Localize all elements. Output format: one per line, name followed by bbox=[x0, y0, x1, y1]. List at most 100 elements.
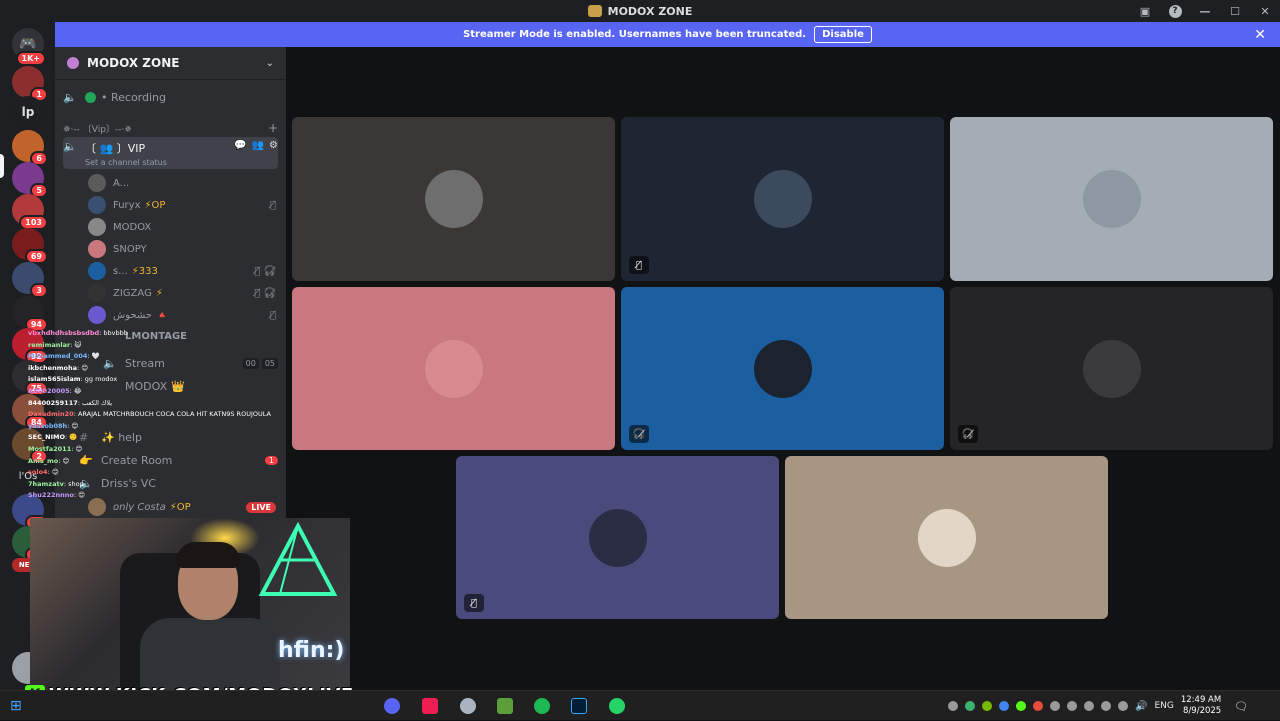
photoshop-taskbar-icon[interactable] bbox=[571, 698, 587, 714]
add-channel-icon[interactable]: + bbox=[268, 121, 278, 135]
chat-icon[interactable]: 💬 bbox=[234, 140, 246, 151]
server-icon-editors[interactable]: 94 bbox=[12, 296, 48, 332]
voice-member[interactable]: Furyx ⚡OP 🎙̸ bbox=[88, 195, 276, 215]
close-banner-icon[interactable]: ✕ bbox=[1254, 27, 1266, 43]
tray-icon[interactable] bbox=[1016, 701, 1026, 711]
whatsapp-taskbar-icon[interactable] bbox=[609, 698, 625, 714]
channel-status[interactable]: Set a channel status bbox=[85, 158, 167, 167]
participant-tile[interactable] bbox=[950, 117, 1273, 281]
chat-message: : gg modox bbox=[80, 375, 118, 384]
chat-message: : يلاك الكعب bbox=[77, 398, 113, 407]
participant-tile[interactable]: 🎧̸ bbox=[950, 287, 1273, 450]
server-icon[interactable]: 103 bbox=[12, 194, 48, 230]
chat-user: yassob08h bbox=[28, 421, 68, 430]
member-name: ZIGZAG bbox=[113, 287, 152, 299]
streamer-webcam: hfin:) bbox=[30, 518, 350, 690]
member-name: حشحوش bbox=[113, 309, 152, 321]
chat-line: Daxadmin20: ARAJAL MATCHRBOUCH COCA COLA… bbox=[28, 409, 288, 421]
server-icon-active[interactable]: 6 bbox=[12, 130, 48, 166]
inbox-icon[interactable]: ▣ bbox=[1130, 0, 1160, 22]
chat-user: Mostfa2011 bbox=[28, 444, 72, 453]
participant-tile[interactable] bbox=[292, 287, 615, 450]
tray-icon[interactable] bbox=[1118, 701, 1128, 711]
tiktok-taskbar-icon[interactable] bbox=[422, 698, 438, 714]
channel-recording[interactable]: 🔈 • Recording bbox=[63, 87, 278, 107]
avatar bbox=[1082, 339, 1141, 398]
chat-user: islam565islam bbox=[28, 375, 81, 384]
chat-user: SEC_NIMO bbox=[28, 433, 65, 442]
streamer-body bbox=[140, 618, 280, 690]
chat-user: Shu222nnno bbox=[28, 491, 74, 500]
tray-icon[interactable] bbox=[1101, 701, 1111, 711]
voice-member[interactable]: SNOPY bbox=[88, 239, 276, 259]
server-lp-label: lp bbox=[21, 105, 35, 119]
notification-icon[interactable]: 🗨 bbox=[1234, 700, 1248, 713]
spotify-taskbar-icon[interactable] bbox=[534, 698, 550, 714]
participant-tile[interactable]: 🎧̸ bbox=[621, 287, 944, 450]
tray-icon[interactable] bbox=[1067, 701, 1077, 711]
participant-tile[interactable]: 🎙̸ bbox=[621, 117, 944, 281]
voice-member[interactable]: MODOX bbox=[88, 217, 276, 237]
voice-icon: 🔈 bbox=[63, 140, 77, 153]
app-taskbar-icon[interactable] bbox=[497, 698, 513, 714]
close-window-icon[interactable]: ✕ bbox=[1250, 0, 1280, 22]
chat-user: solo4 bbox=[28, 468, 48, 477]
server-icon[interactable]: 69 bbox=[12, 228, 48, 264]
windows-start-icon[interactable]: ⊞ bbox=[10, 698, 26, 714]
participant-tile[interactable]: 🎙̸ bbox=[456, 456, 779, 619]
minimize-icon[interactable]: — bbox=[1190, 0, 1220, 22]
avatar bbox=[917, 508, 976, 567]
chat-line: SEC_NIMO: 🙂 bbox=[28, 432, 288, 444]
voice-member[interactable]: ZIGZAG ⚡ 🎙̸ 🎧̸ bbox=[88, 283, 276, 303]
discord-home-icon[interactable]: 🎮 1K+ bbox=[12, 28, 46, 66]
app-taskbar-icon[interactable] bbox=[460, 698, 476, 714]
avatar bbox=[588, 508, 647, 567]
chat-message: : 😊 bbox=[47, 468, 59, 477]
category-vip[interactable]: ✵·-- 〔Vip〕--·✵ + bbox=[63, 118, 278, 138]
help-icon[interactable]: ? bbox=[1160, 0, 1190, 22]
voice-member[interactable]: حشحوش 🔺 🎙̸ bbox=[88, 305, 276, 325]
clock[interactable]: 12:49 AM 8/9/2025 bbox=[1181, 695, 1221, 717]
gear-icon[interactable]: ⚙ bbox=[269, 140, 278, 151]
volume-icon[interactable]: 🔊 bbox=[1135, 701, 1147, 712]
chat-message: : bbvbbb bbox=[99, 329, 128, 337]
chevron-down-icon[interactable]: ⌄ bbox=[266, 58, 274, 69]
avatar bbox=[88, 284, 106, 302]
server-icon[interactable]: 1 bbox=[12, 66, 48, 102]
windows-taskbar: ⊞ 🔊 ENG 12:49 AM 8/9/2025 🗨 bbox=[0, 690, 1280, 720]
maximize-icon[interactable]: ☐ bbox=[1220, 0, 1250, 22]
voice-member[interactable]: A... bbox=[88, 173, 276, 193]
window-title: MODOX ZONE bbox=[587, 5, 692, 18]
deafened-icon: 🎧̸ bbox=[958, 425, 978, 443]
participant-tile[interactable] bbox=[292, 117, 615, 281]
disable-streamer-mode-button[interactable]: Disable bbox=[814, 26, 872, 43]
channel-vip[interactable]: 🔈 〔 👥 〕VIP Set a channel status 💬 👥 ⚙ bbox=[63, 137, 278, 169]
server-icon-lp[interactable]: lp bbox=[12, 96, 44, 128]
chat-message: : 😂 bbox=[69, 386, 82, 395]
tray-icon[interactable] bbox=[1033, 701, 1043, 711]
nvidia-tray-icon[interactable] bbox=[982, 701, 992, 711]
invite-icon[interactable]: 👥 bbox=[252, 140, 264, 151]
tray-icon[interactable] bbox=[965, 701, 975, 711]
chat-user: 7hamzatv bbox=[28, 479, 64, 488]
tray-icon[interactable] bbox=[948, 701, 958, 711]
voice-call-grid: 🎙̸ 🎧̸ 🎧̸ 🎙̸ bbox=[286, 47, 1280, 690]
server-header[interactable]: MODOX ZONE ⌄ bbox=[55, 47, 286, 80]
member-name: Furyx bbox=[113, 199, 141, 211]
server-icon[interactable]: 5 bbox=[12, 162, 48, 198]
chrome-tray-icon[interactable] bbox=[999, 701, 1009, 711]
avatar bbox=[88, 218, 106, 236]
chat-line: islam565islam: gg modox bbox=[28, 374, 288, 386]
participant-tile[interactable] bbox=[785, 456, 1108, 619]
voice-member[interactable]: s... ⚡333 🎙̸ 🎧̸ bbox=[88, 261, 276, 281]
language-indicator[interactable]: ENG bbox=[1154, 701, 1173, 711]
member-name: SNOPY bbox=[113, 243, 147, 255]
avatar bbox=[424, 339, 483, 398]
tray-icon[interactable] bbox=[1084, 701, 1094, 711]
discord-taskbar-icon[interactable] bbox=[384, 698, 400, 714]
server-icon[interactable]: 3 bbox=[12, 262, 48, 298]
member-tag: ⚡OP bbox=[144, 199, 166, 211]
tray-icon[interactable] bbox=[1050, 701, 1060, 711]
chat-user: vbxhdhdhsbsbsdbd bbox=[28, 329, 100, 337]
member-name: A... bbox=[113, 177, 130, 189]
